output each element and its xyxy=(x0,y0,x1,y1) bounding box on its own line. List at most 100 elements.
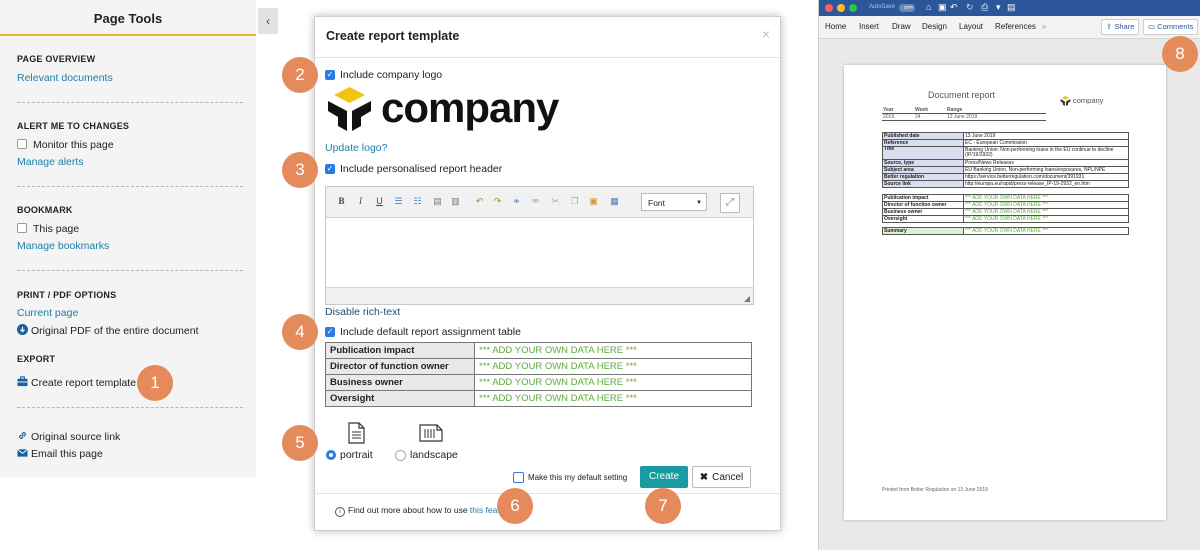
cut-icon[interactable]: ✂ xyxy=(550,196,561,207)
bold-icon[interactable]: B xyxy=(336,196,347,207)
unlink-icon[interactable]: ⚮ xyxy=(530,196,541,207)
maximize-icon[interactable]: ⤢ xyxy=(720,193,740,213)
cancel-button[interactable]: ✖ Cancel xyxy=(692,466,751,488)
original-source-link[interactable]: Original source link xyxy=(17,430,120,443)
close-icon: ✖ xyxy=(699,472,709,483)
bookmark-heading: BOOKMARK xyxy=(17,205,73,215)
info-icon: i xyxy=(335,507,345,517)
ribbon-tab-home[interactable]: Home xyxy=(825,22,846,31)
portrait-page-icon xyxy=(348,422,365,444)
table-key: Publication impact xyxy=(882,194,964,202)
ribbon-tab-references[interactable]: References xyxy=(995,22,1036,31)
editor-status-bar: ◢ xyxy=(326,287,753,304)
redo-icon[interactable]: ↷ xyxy=(492,196,503,207)
table-value: http://europa.eu/rapid/press-release_IP-… xyxy=(963,180,1129,188)
callout-badge-4: 4 xyxy=(282,314,318,350)
italic-icon[interactable]: I xyxy=(355,196,366,207)
document-page: Document report company Year Week Range 20… xyxy=(844,65,1166,520)
close-icon[interactable]: × xyxy=(762,26,770,42)
default-setting-checkbox[interactable] xyxy=(513,472,524,483)
ribbon-tab-layout[interactable]: Layout xyxy=(959,22,983,31)
relevant-documents-link[interactable]: Relevant documents xyxy=(17,72,113,84)
page-tools-panel: Page Tools PAGE OVERVIEW Relevant docume… xyxy=(0,0,256,477)
table-row: Source, type Press/News Releases xyxy=(882,159,1129,167)
indent-icon[interactable]: ▥ xyxy=(450,196,461,207)
link-icon[interactable]: ⚭ xyxy=(511,196,522,207)
manage-bookmarks-link[interactable]: Manage bookmarks xyxy=(17,240,109,252)
undo-icon[interactable]: ↶ xyxy=(474,196,485,207)
table-key: Source, type xyxy=(882,159,964,167)
font-select[interactable]: Font ▼ xyxy=(641,193,707,211)
bookmark-page-option[interactable]: This page xyxy=(17,223,79,235)
undo-icon[interactable]: ↶ xyxy=(950,2,958,13)
divider xyxy=(17,270,243,271)
zoom-window-icon[interactable] xyxy=(849,4,857,12)
autosave-toggle[interactable]: OFF xyxy=(899,4,915,12)
document-icon[interactable]: ▤ xyxy=(1007,2,1016,13)
portrait-radio[interactable] xyxy=(326,450,336,460)
monitor-page-option[interactable]: Monitor this page xyxy=(17,139,114,151)
meta-value: 24 xyxy=(914,113,946,121)
download-icon xyxy=(17,324,28,335)
original-pdf-link[interactable]: Original PDF of the entire document xyxy=(17,324,199,337)
monitor-checkbox[interactable] xyxy=(17,139,27,149)
company-logo-text: company xyxy=(381,84,559,131)
numbered-list-icon[interactable]: ☷ xyxy=(412,196,423,207)
font-select-label: Font xyxy=(648,198,666,208)
manage-alerts-link[interactable]: Manage alerts xyxy=(17,156,84,168)
minimize-window-icon[interactable] xyxy=(837,4,845,12)
update-logo-link[interactable]: Update logo? xyxy=(325,142,387,154)
divider xyxy=(17,186,243,187)
print-icon[interactable]: ⎙ xyxy=(981,2,988,13)
table-value[interactable]: *** ADD YOUR OWN DATA HERE *** xyxy=(474,358,752,375)
customize-icon[interactable]: ▾ xyxy=(996,2,1001,13)
table-value: 13 June 2019 xyxy=(963,132,1129,140)
briefcase-icon xyxy=(17,376,28,387)
share-button[interactable]: ⇪ Share xyxy=(1101,19,1140,35)
ribbon-tab-insert[interactable]: Insert xyxy=(859,22,879,31)
paste-icon[interactable]: ▣ xyxy=(588,196,599,207)
bookmark-checkbox[interactable] xyxy=(17,223,27,233)
redo-icon[interactable]: ↻ xyxy=(966,2,974,13)
home-icon[interactable]: ⌂ xyxy=(926,2,931,12)
resize-handle-icon[interactable]: ◢ xyxy=(744,294,750,303)
copy-icon[interactable]: ❐ xyxy=(569,196,580,207)
table-row: Summary *** ADD YOUR OWN DATA HERE *** xyxy=(882,227,1129,235)
create-report-template-link[interactable]: Create report template xyxy=(17,376,136,389)
ribbon-tab-design[interactable]: Design xyxy=(922,22,947,31)
doc-details-table: Published date 13 June 2019 Reference EC -… xyxy=(882,132,1129,188)
include-header-checkbox[interactable]: ✓ xyxy=(325,164,335,174)
close-window-icon[interactable] xyxy=(825,4,833,12)
callout-badge-8: 8 xyxy=(1162,36,1198,72)
comments-button[interactable]: ▭ Comments xyxy=(1143,19,1199,35)
bullet-list-icon[interactable]: ☰ xyxy=(393,196,404,207)
disable-rich-text-link[interactable]: Disable rich-text xyxy=(325,306,400,318)
table-value[interactable]: *** ADD YOUR OWN DATA HERE *** xyxy=(474,374,752,391)
include-logo-label: Include company logo xyxy=(340,69,443,81)
callout-badge-7: 7 xyxy=(645,488,681,524)
callout-badge-3: 3 xyxy=(282,152,318,188)
print-heading: PRINT / PDF OPTIONS xyxy=(17,290,117,300)
underline-icon[interactable]: U xyxy=(374,196,385,207)
include-logo-checkbox[interactable]: ✓ xyxy=(325,70,335,80)
current-page-link[interactable]: Current page xyxy=(17,307,78,319)
include-table-checkbox[interactable]: ✓ xyxy=(325,327,335,337)
table-key: Better regulation xyxy=(882,173,964,181)
save-icon[interactable]: ▣ xyxy=(938,2,947,13)
rich-text-editor[interactable]: B I U ☰ ☷ ▤ ▥ ↶ ↷ ⚭ ⚮ ✂ ❐ ▣ ▦ Font ▼ ⤢ ◢ xyxy=(325,186,754,305)
find-out-prefix: Find out more about how to use xyxy=(348,505,470,515)
landscape-radio[interactable] xyxy=(395,450,406,461)
paste-text-icon[interactable]: ▦ xyxy=(609,196,620,207)
export-heading: EXPORT xyxy=(17,354,56,364)
table-value[interactable]: *** ADD YOUR OWN DATA HERE *** xyxy=(474,390,752,407)
ribbon-more-icon[interactable]: » xyxy=(1042,22,1046,31)
email-page-link[interactable]: Email this page xyxy=(17,447,103,460)
table-value[interactable]: *** ADD YOUR OWN DATA HERE *** xyxy=(474,342,752,359)
original-source-label: Original source link xyxy=(31,431,121,443)
collapse-panel-button[interactable]: ‹ xyxy=(258,8,278,34)
outdent-icon[interactable]: ▤ xyxy=(432,196,443,207)
link-icon xyxy=(19,432,26,439)
ribbon-tab-draw[interactable]: Draw xyxy=(892,22,911,31)
callout-badge-2: 2 xyxy=(282,57,318,93)
create-button[interactable]: Create xyxy=(640,466,688,488)
